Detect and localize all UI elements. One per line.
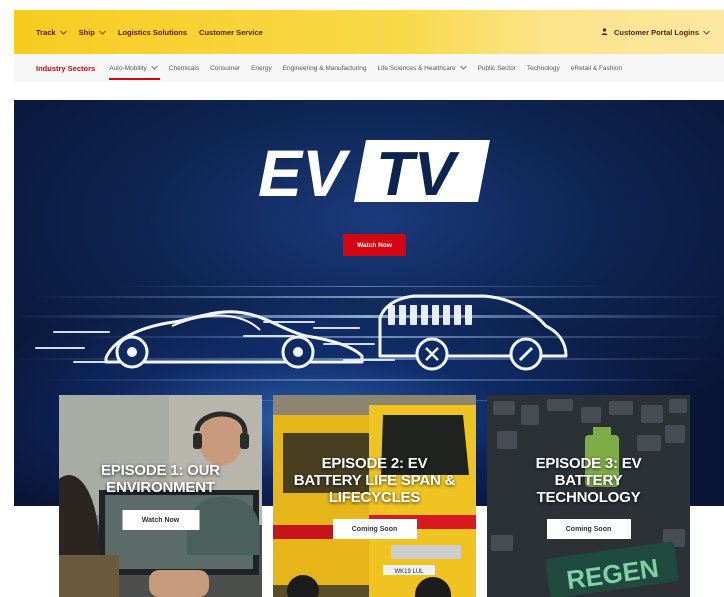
sector-energy-label: Energy bbox=[251, 64, 272, 72]
sector-life-sciences-healthcare-label: Life Sciences & Healthcare bbox=[377, 64, 456, 72]
sector-consumer[interactable]: Consumer bbox=[210, 65, 240, 72]
chevron-down-icon bbox=[150, 65, 158, 72]
sector-public-sector[interactable]: Public Sector bbox=[478, 65, 516, 72]
hero-watch-now-label: Watch Now bbox=[357, 241, 392, 249]
logo-ev-text: EV bbox=[258, 136, 351, 206]
episode-1-watch-now-button[interactable]: Watch Now bbox=[122, 510, 199, 530]
logo-tv-text: TV bbox=[376, 140, 460, 206]
nav-ship-label: Ship bbox=[78, 27, 95, 37]
episode-1-title: EPISODE 1: OUR ENVIRONMENT bbox=[59, 462, 262, 496]
episode-1-title-line2: ENVIRONMENT bbox=[106, 479, 215, 496]
nav-customer-service-label: Customer Service bbox=[199, 27, 263, 37]
nav-logistics-solutions-label: Logistics Solutions bbox=[117, 27, 188, 37]
episode-3-coming-soon-label: Coming Soon bbox=[565, 525, 612, 533]
industry-sectors-title: Industry Sectors bbox=[36, 63, 96, 73]
episode-1-title-line1: EPISODE 1: OUR bbox=[101, 462, 220, 479]
nav-track[interactable]: Track bbox=[36, 28, 67, 37]
episode-3-coming-soon-button[interactable]: Coming Soon bbox=[546, 519, 631, 539]
industry-sectors-bar: Industry Sectors Auto-Mobility Chemicals… bbox=[14, 54, 724, 82]
episode-2-title: EPISODE 2: EV BATTERY LIFE SPAN & LIFECY… bbox=[273, 455, 476, 506]
ev-tv-logo-graphic: EV TV bbox=[258, 136, 490, 210]
nav-customer-service[interactable]: Customer Service bbox=[199, 28, 263, 37]
sector-technology-label: Technology bbox=[526, 64, 560, 72]
primary-nav: Track Ship Logistics Solutions Customer … bbox=[36, 28, 275, 37]
episode-1-watch-now-label: Watch Now bbox=[141, 516, 180, 524]
episode-1-card[interactable]: EPISODE 1: OUR ENVIRONMENT Watch Now bbox=[59, 395, 262, 597]
episode-2-title-line3: LIFECYCLES bbox=[328, 489, 421, 506]
sector-engineering-manufacturing-label: Engineering & Manufacturing bbox=[282, 64, 367, 72]
top-navigation-bar: Track Ship Logistics Solutions Customer … bbox=[14, 10, 724, 54]
episode-3-title: EPISODE 3: EV BATTERY TECHNOLOGY bbox=[487, 455, 690, 506]
sector-chemicals[interactable]: Chemicals bbox=[169, 65, 199, 72]
episode-2-title-line1: EPISODE 2: EV bbox=[321, 455, 428, 472]
customer-portal-logins-button[interactable]: Customer Portal Logins bbox=[601, 10, 710, 54]
sector-technology[interactable]: Technology bbox=[527, 65, 560, 72]
nav-logistics-solutions[interactable]: Logistics Solutions bbox=[118, 28, 187, 37]
sector-consumer-label: Consumer bbox=[210, 64, 241, 72]
sector-energy[interactable]: Energy bbox=[251, 65, 272, 72]
nav-track-label: Track bbox=[36, 27, 56, 37]
nav-ship[interactable]: Ship bbox=[79, 28, 106, 37]
episode-3-title-line2: BATTERY bbox=[554, 472, 623, 489]
sector-chemicals-label: Chemicals bbox=[168, 64, 200, 72]
sector-engineering-manufacturing[interactable]: Engineering & Manufacturing bbox=[283, 65, 367, 72]
episode-2-coming-soon-label: Coming Soon bbox=[351, 525, 398, 533]
ev-tv-logo: EV TV bbox=[254, 136, 494, 210]
van-plate-text: WK19 LUL bbox=[394, 569, 424, 575]
hero-watch-now-button[interactable]: Watch Now bbox=[343, 234, 406, 256]
episode-3-card[interactable]: REGEN EPISODE 3: EV BATTERY TECHNOLOGY C… bbox=[487, 395, 690, 597]
episode-2-card[interactable]: WK19 LUL EPISODE 2: EV BATTERY LIFE SPAN… bbox=[273, 395, 476, 597]
sector-auto-mobility-label: Auto-Mobility bbox=[109, 64, 147, 72]
episode-3-title-line3: TECHNOLOGY bbox=[536, 489, 641, 506]
sector-life-sciences-healthcare[interactable]: Life Sciences & Healthcare bbox=[378, 65, 467, 72]
chevron-down-icon bbox=[99, 28, 106, 37]
episode-2-title-line2: BATTERY LIFE SPAN & bbox=[293, 472, 456, 489]
episode-3-title-line1: EPISODE 3: EV bbox=[535, 455, 642, 472]
sector-eretail-fashion-label: eRetail & Fashion bbox=[570, 64, 623, 72]
customer-portal-logins-label: Customer Portal Logins bbox=[613, 27, 699, 37]
sector-eretail-fashion[interactable]: eRetail & Fashion bbox=[571, 65, 622, 72]
chevron-down-icon bbox=[703, 28, 710, 37]
sector-public-sector-label: Public Sector bbox=[477, 64, 516, 72]
user-icon bbox=[601, 27, 608, 37]
episode-2-coming-soon-button[interactable]: Coming Soon bbox=[332, 519, 417, 539]
chevron-down-icon bbox=[459, 65, 467, 72]
episode-1-thumbnail bbox=[59, 395, 262, 597]
chevron-down-icon bbox=[59, 28, 67, 37]
sector-auto-mobility[interactable]: Auto-Mobility bbox=[109, 64, 160, 80]
